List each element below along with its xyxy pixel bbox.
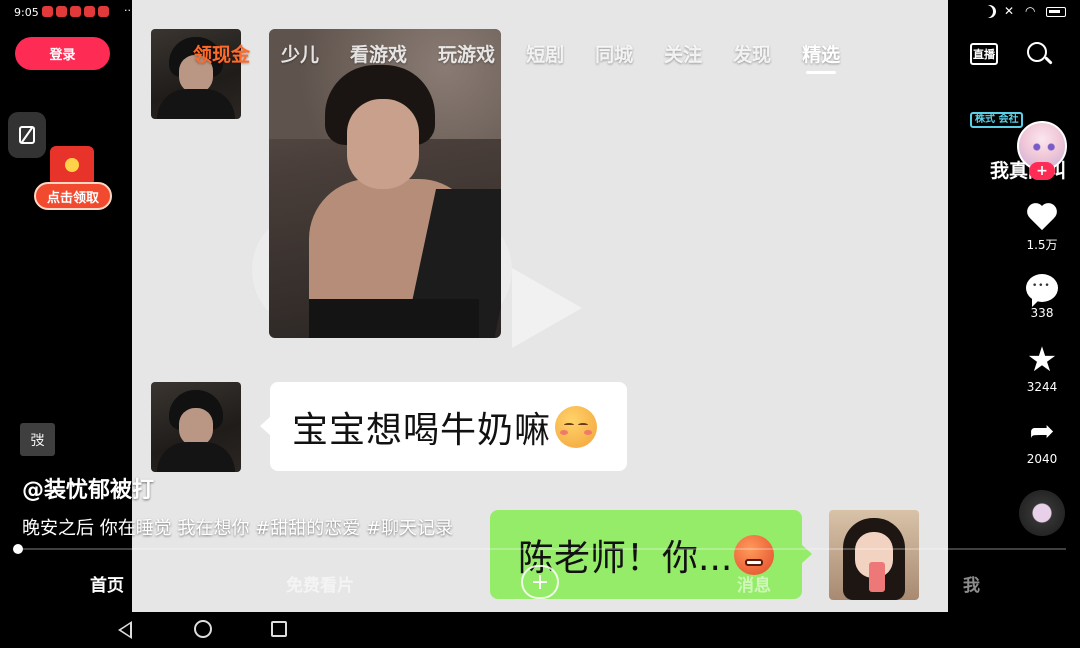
tab-short-drama[interactable]: 短剧	[526, 40, 564, 70]
like-button[interactable]: 1.5万	[1018, 200, 1066, 253]
sticker-chip: 株式 会社	[970, 112, 1024, 128]
tab-following[interactable]: 关注	[664, 40, 702, 70]
status-right: ✕ ◠	[983, 5, 1066, 18]
wifi-icon: ◠	[1025, 4, 1036, 18]
tab-watch-games[interactable]: 看游戏	[350, 40, 407, 70]
author-name[interactable]: @装忧郁被打	[22, 472, 154, 504]
mute-icon: ✕	[1004, 4, 1015, 18]
nav-free-movies[interactable]: 免费看片	[286, 571, 354, 596]
comment-button[interactable]: 338	[1018, 274, 1066, 320]
tab-earn-cash[interactable]: 领现金	[193, 40, 250, 70]
video-caption[interactable]: 晚安之后 你在睡觉 我在想你 #甜甜的恋爱 #聊天记录	[22, 514, 453, 540]
bottom-nav: 首页 免费看片 + 消息 我	[0, 565, 1080, 599]
tab-discover[interactable]: 发现	[733, 40, 771, 70]
notification-icon	[70, 6, 81, 17]
notification-icon	[56, 6, 67, 17]
tab-play-games[interactable]: 玩游戏	[438, 40, 495, 70]
top-tabs: 领现金 少儿 看游戏 玩游戏 短剧 同城 关注 发现 精选	[193, 40, 871, 74]
login-button[interactable]: 登录	[15, 37, 110, 70]
favorite-count: 3244	[1026, 380, 1058, 394]
claim-button[interactable]: 点击领取	[34, 182, 112, 210]
nav-home[interactable]: 首页	[90, 571, 124, 596]
home-icon[interactable]	[194, 620, 212, 638]
star-icon: ★	[1026, 340, 1058, 380]
tab-kids[interactable]: 少儿	[281, 40, 319, 70]
create-button[interactable]: +	[521, 565, 559, 599]
recent-apps-icon[interactable]	[271, 621, 287, 637]
live-button[interactable]: 直播	[968, 38, 1000, 70]
nav-messages[interactable]: 消息	[737, 571, 771, 596]
progress-knob[interactable]	[13, 544, 23, 554]
comment-icon	[1026, 274, 1058, 307]
received-chat-text: 宝宝想喝牛奶嘛	[292, 409, 552, 451]
music-disc-icon[interactable]	[1019, 490, 1065, 536]
red-envelope-icon	[50, 146, 94, 186]
live-tv-icon: 直播	[970, 43, 998, 65]
share-button[interactable]: ➦ 2040	[1018, 414, 1066, 467]
notification-icons	[42, 6, 109, 17]
video-progress-bar[interactable]	[13, 544, 1066, 554]
chat-photo-message	[269, 29, 501, 338]
notification-icon	[84, 6, 95, 17]
status-time: 9:05	[14, 6, 39, 19]
tab-featured[interactable]: 精选	[802, 40, 840, 74]
system-nav-bar	[0, 612, 1080, 648]
author-badge[interactable]: 弢	[20, 423, 55, 456]
notification-icon	[42, 6, 53, 17]
like-count: 1.5万	[1026, 238, 1058, 252]
blush-emoji-icon	[555, 405, 598, 448]
favorite-button[interactable]: ★ 3244	[1018, 340, 1066, 394]
notification-icon	[98, 6, 109, 17]
play-icon	[512, 268, 582, 348]
share-count: 2040	[1026, 452, 1058, 466]
lock-icon	[19, 126, 35, 144]
do-not-disturb-icon	[983, 5, 996, 18]
back-icon[interactable]	[118, 621, 133, 639]
heart-icon	[1025, 200, 1059, 232]
follow-button[interactable]: +	[1029, 162, 1055, 180]
received-chat-bubble: 宝宝想喝牛奶嘛	[260, 382, 627, 471]
red-packet-promo[interactable]: 点击领取	[34, 146, 112, 216]
nav-me[interactable]: 我	[963, 571, 980, 596]
tab-local[interactable]: 同城	[595, 40, 633, 70]
comment-count: 338	[1030, 306, 1054, 320]
battery-icon	[1046, 6, 1066, 17]
search-button[interactable]	[1025, 40, 1053, 68]
sender-avatar	[151, 382, 241, 472]
share-icon: ➦	[1029, 414, 1055, 449]
